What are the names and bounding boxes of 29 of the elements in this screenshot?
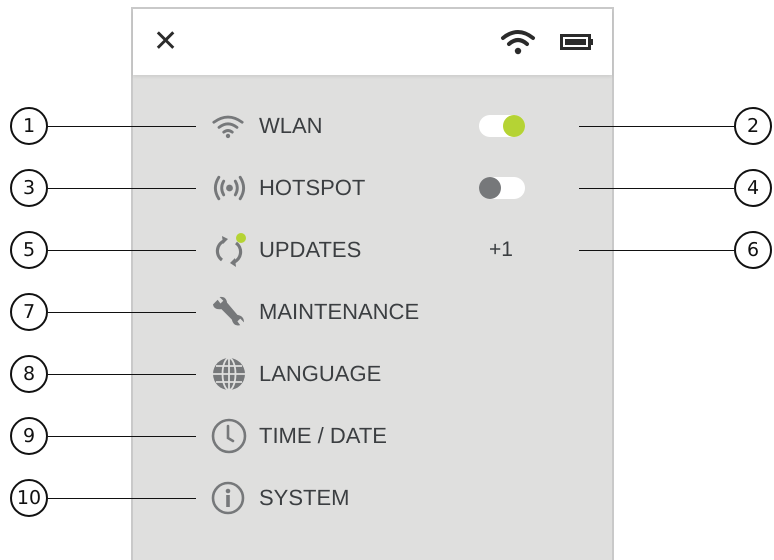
menu-item[interactable]: HOTSPOT [211, 175, 471, 201]
close-button[interactable]: ✕ [153, 27, 178, 57]
callout-number: 4 [734, 169, 772, 207]
clock-icon [211, 418, 247, 454]
wrench-icon [211, 296, 245, 328]
callout-number: 1 [10, 107, 48, 145]
toggle-switch[interactable] [479, 177, 525, 199]
callout-number: 9 [10, 417, 48, 455]
toggle-switch[interactable] [479, 115, 525, 137]
menu-item[interactable]: MAINTENANCE [211, 296, 471, 328]
info-icon [211, 481, 245, 515]
wifi-icon [211, 113, 245, 139]
callout-number: 7 [10, 293, 48, 331]
callout-number: 3 [10, 169, 48, 207]
callout-number: 8 [10, 355, 48, 393]
callout-number: 2 [734, 107, 772, 145]
update-count: +1 [489, 238, 513, 262]
callout-number: 5 [10, 231, 48, 269]
callout-number: 6 [734, 231, 772, 269]
globe-icon [211, 356, 247, 392]
callout-number: 10 [10, 479, 48, 517]
menu-item[interactable]: TIME / DATE [211, 418, 471, 454]
battery-icon [560, 34, 594, 50]
menu-item[interactable]: UPDATES [211, 232, 471, 268]
menu-item[interactable]: SYSTEM [211, 481, 471, 515]
wifi-icon [500, 28, 536, 56]
menu-item[interactable]: LANGUAGE [211, 356, 471, 392]
broadcast-icon [211, 175, 248, 201]
menu-item[interactable]: WLAN [211, 113, 471, 139]
